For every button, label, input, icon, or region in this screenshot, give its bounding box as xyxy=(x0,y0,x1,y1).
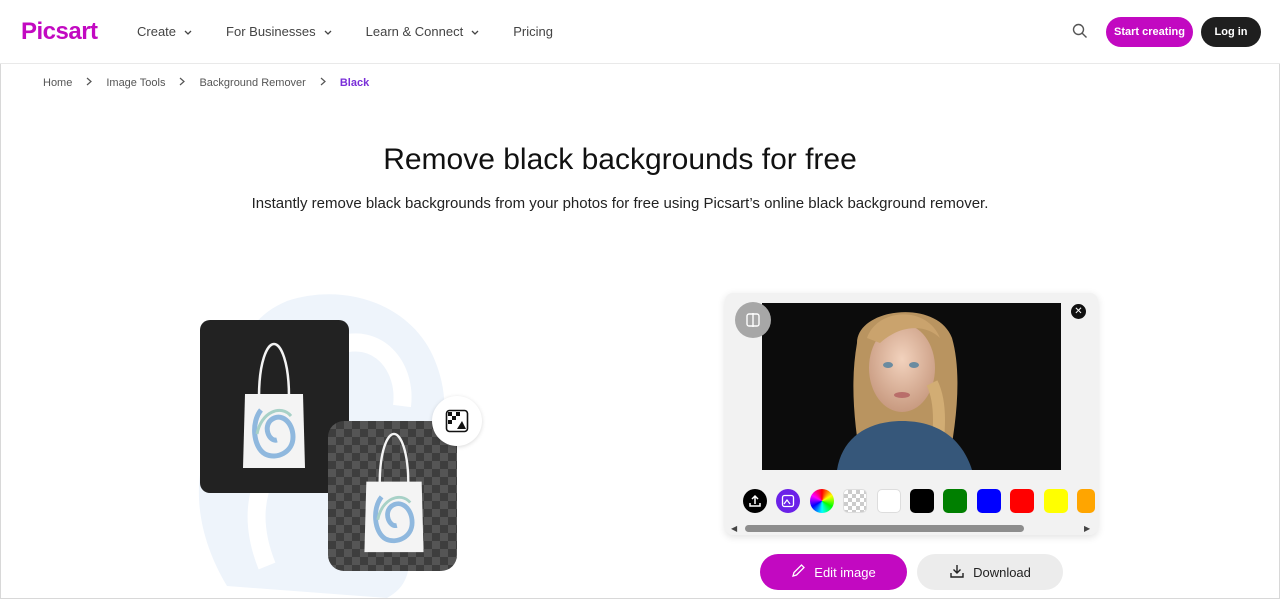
swatch-orange[interactable] xyxy=(1076,489,1095,513)
breadcrumb: Home Image Tools Background Remover Blac… xyxy=(43,77,369,89)
breadcrumb-image-tools[interactable]: Image Tools xyxy=(106,77,165,89)
login-button[interactable]: Log in xyxy=(1201,17,1261,47)
nav-pricing[interactable]: Pricing xyxy=(513,24,553,39)
download-label: Download xyxy=(973,564,1031,580)
preview-photo xyxy=(762,303,1061,470)
chevron-right-icon xyxy=(320,77,326,89)
horizontal-scrollbar[interactable] xyxy=(745,525,1024,532)
breadcrumb-background-remover[interactable]: Background Remover xyxy=(199,77,305,89)
background-swatches xyxy=(743,489,1104,513)
breadcrumb-home[interactable]: Home xyxy=(43,77,72,89)
page-subtitle: Instantly remove black backgrounds from … xyxy=(251,195,989,212)
pencil-icon xyxy=(791,563,806,581)
download-icon xyxy=(949,563,965,582)
page-title: Remove black backgrounds for free xyxy=(383,143,857,176)
close-icon[interactable]: ✕ xyxy=(1071,304,1086,319)
chevron-down-icon xyxy=(471,27,479,37)
start-creating-button[interactable]: Start creating xyxy=(1106,17,1193,47)
nav-pricing-label: Pricing xyxy=(513,24,553,39)
background-remove-icon xyxy=(432,396,482,446)
swatch-black[interactable] xyxy=(909,489,934,513)
scroll-right-icon[interactable]: ▶ xyxy=(1084,524,1090,533)
transparent-swatch[interactable] xyxy=(843,489,868,513)
swatch-white[interactable] xyxy=(876,489,901,513)
picsart-logo[interactable]: Picsart xyxy=(21,18,98,46)
swatch-red[interactable] xyxy=(1010,489,1035,513)
scroll-left-icon[interactable]: ◀ xyxy=(731,524,737,533)
download-button[interactable]: Download xyxy=(917,554,1063,590)
site-header: Picsart Create For Businesses Learn & Co… xyxy=(0,0,1280,64)
chevron-right-icon xyxy=(86,77,93,89)
nav-learn-connect[interactable]: Learn & Connect xyxy=(366,24,480,39)
nav-for-businesses[interactable]: For Businesses xyxy=(226,24,332,39)
swatch-blue[interactable] xyxy=(976,489,1001,513)
search-icon[interactable] xyxy=(1072,23,1090,41)
color-wheel-icon[interactable] xyxy=(809,489,834,513)
tote-bag-cutout-image xyxy=(364,432,424,553)
upload-icon[interactable] xyxy=(743,489,767,513)
ai-background-icon[interactable] xyxy=(776,489,801,513)
main-nav: Create For Businesses Learn & Connect Pr… xyxy=(137,24,587,39)
nav-create[interactable]: Create xyxy=(137,24,192,39)
nav-for-businesses-label: For Businesses xyxy=(226,24,316,39)
edit-image-button[interactable]: Edit image xyxy=(760,554,907,590)
chevron-down-icon xyxy=(324,27,332,37)
nav-learn-connect-label: Learn & Connect xyxy=(365,24,464,39)
tote-bag-image xyxy=(243,342,305,468)
swatch-yellow[interactable] xyxy=(1043,489,1068,513)
edit-image-label: Edit image xyxy=(814,564,876,580)
compare-icon[interactable] xyxy=(735,302,771,338)
chevron-right-icon xyxy=(179,77,186,89)
swatch-green[interactable] xyxy=(943,489,968,513)
nav-create-label: Create xyxy=(137,24,177,39)
chevron-down-icon xyxy=(184,27,192,37)
breadcrumb-current: Black xyxy=(339,77,370,89)
